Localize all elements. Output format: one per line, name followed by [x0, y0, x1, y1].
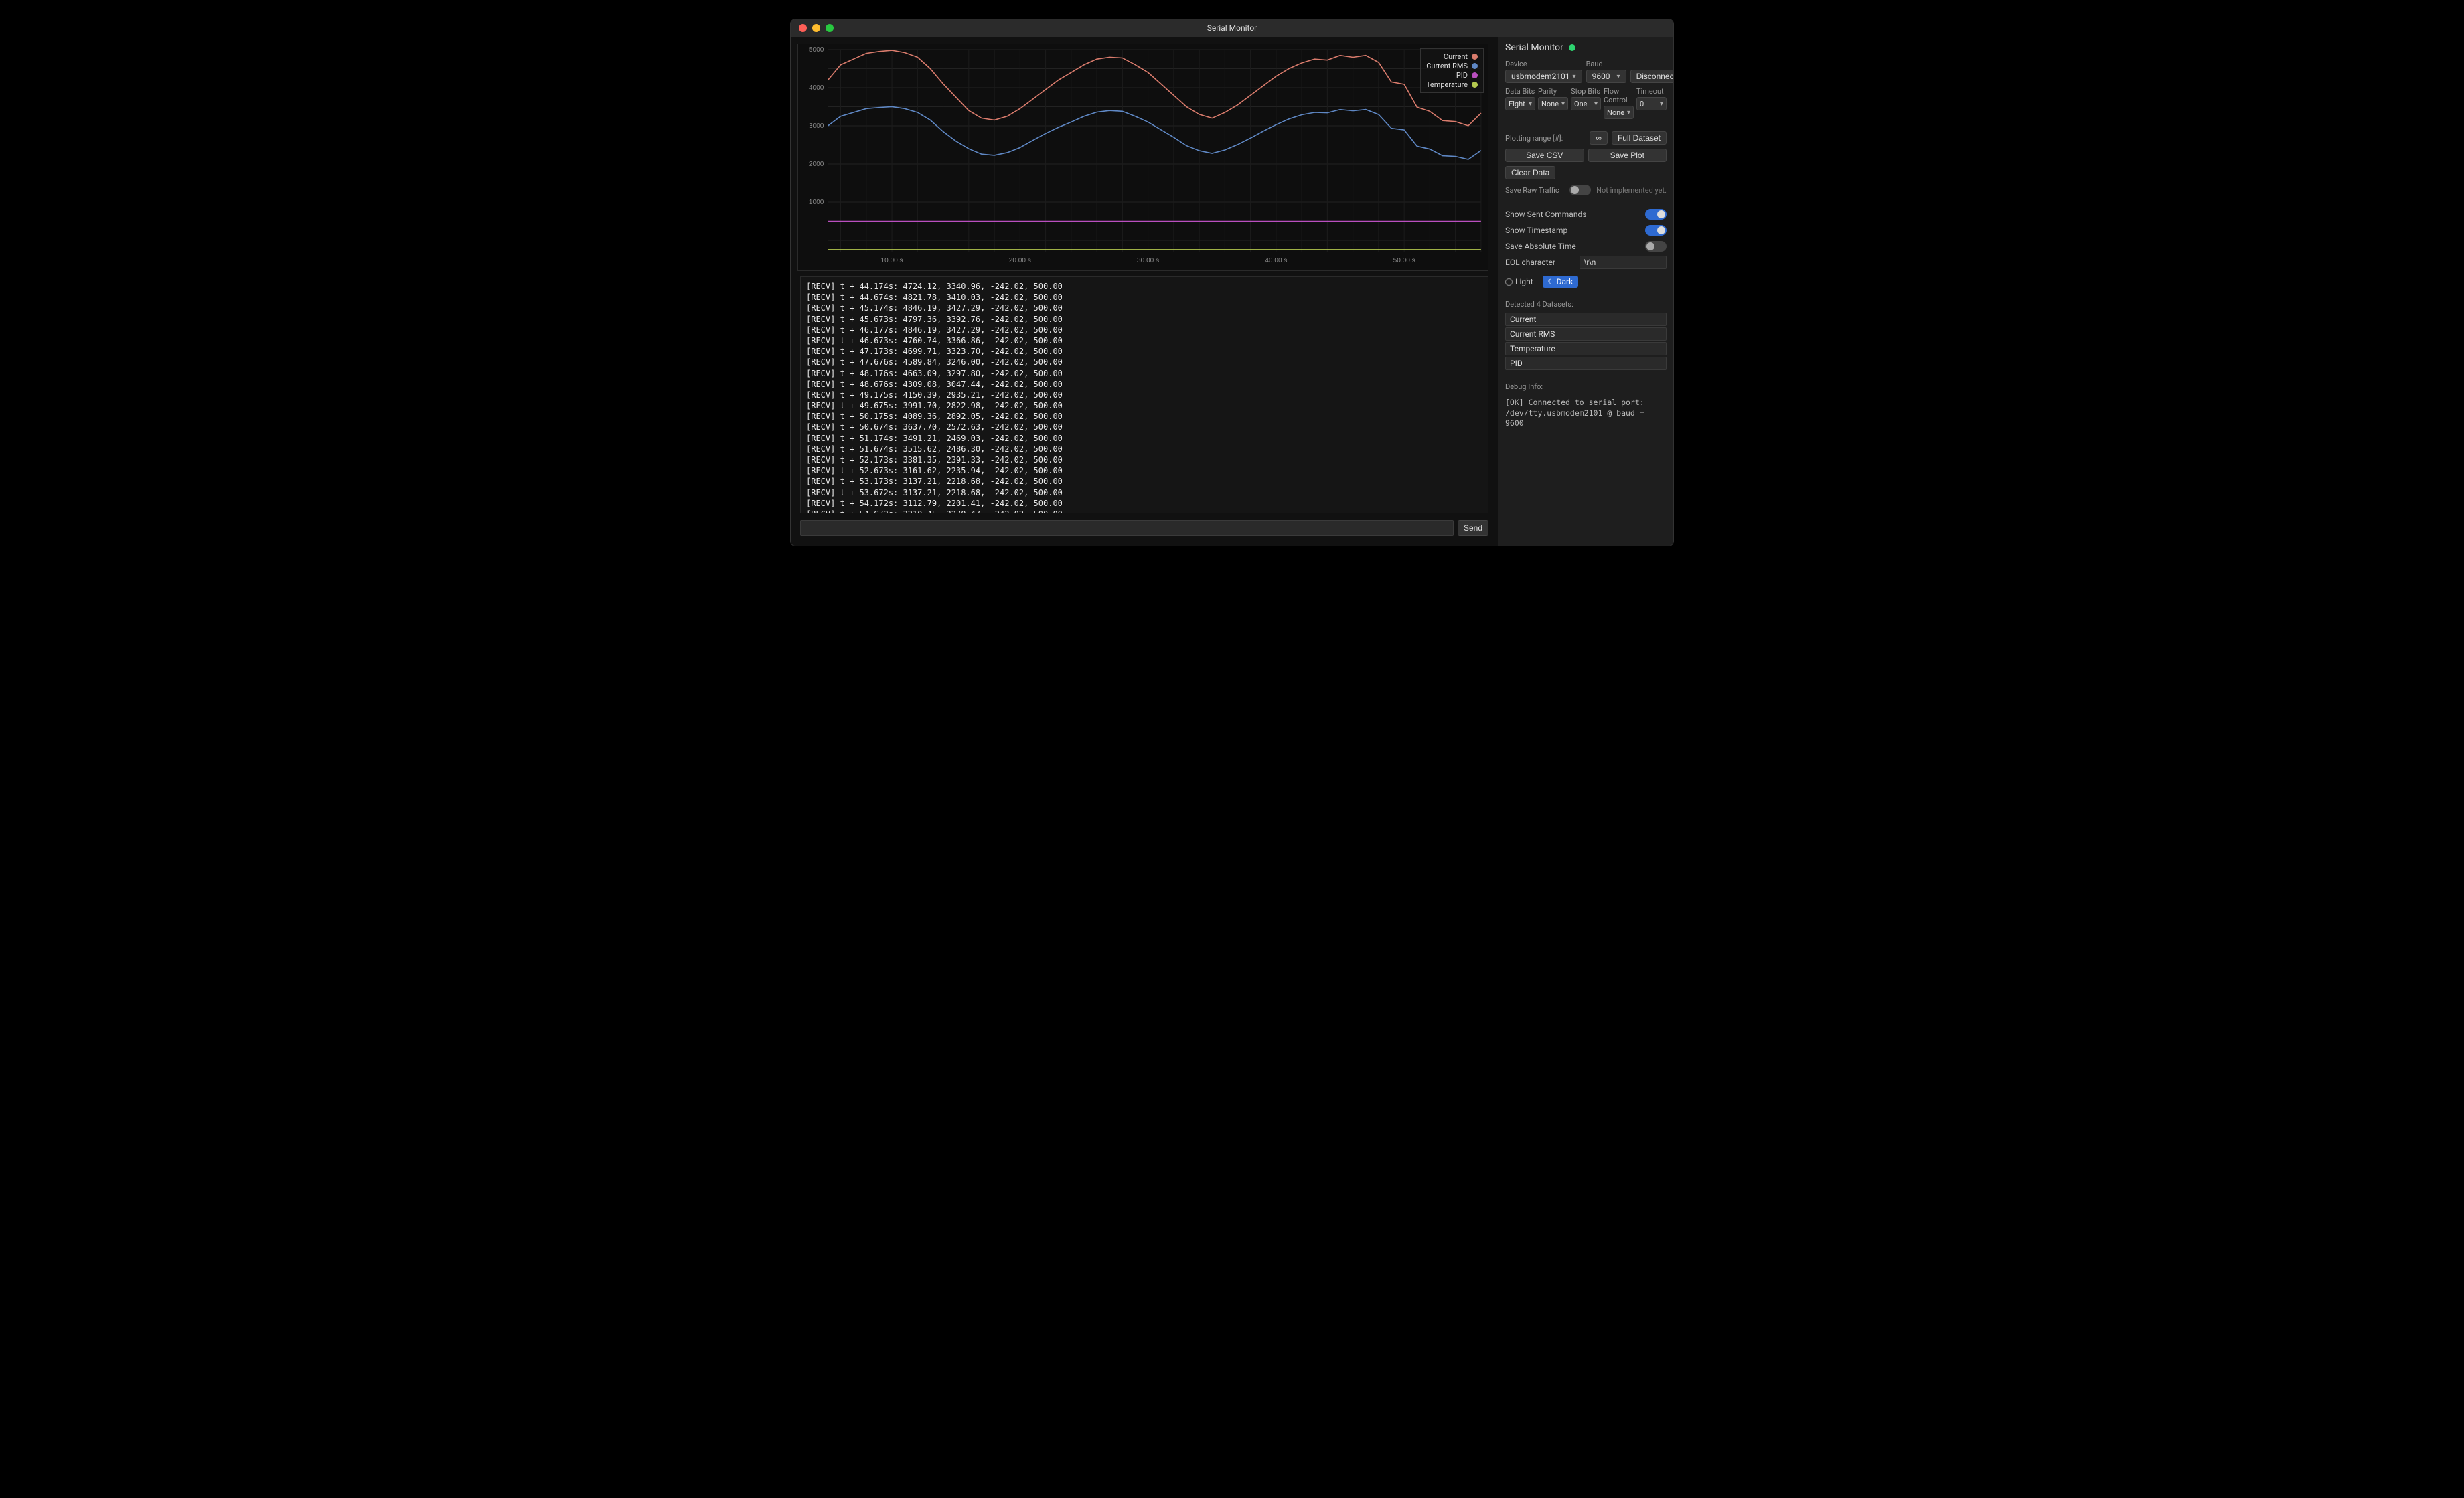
plot-area[interactable]: 1000 2000 3000 4000 5000 10.00 s 20.00 s 30.00 …: [797, 44, 1488, 271]
legend-item[interactable]: Temperature: [1426, 80, 1478, 89]
save-plot-button[interactable]: Save Plot: [1588, 149, 1667, 162]
svg-text:50.00 s: 50.00 s: [1393, 257, 1415, 264]
theme-dark-button[interactable]: ☾ Dark: [1543, 276, 1579, 288]
timeout-select[interactable]: 0: [1636, 97, 1667, 110]
debug-output: [OK] Connected to serial port: /dev/tty.…: [1505, 398, 1667, 429]
detected-label: Detected 4 Datasets:: [1505, 300, 1667, 309]
console-output[interactable]: [RECV] t + 44.174s: 4724.12, 3340.96, -2…: [800, 276, 1488, 513]
show-sent-toggle[interactable]: [1645, 209, 1667, 220]
sidebar: Serial Monitor Device usbmodem2101 Baud …: [1498, 37, 1673, 546]
flow-select[interactable]: None: [1604, 106, 1634, 119]
parity-select[interactable]: None: [1538, 97, 1568, 110]
parity-label: Parity: [1538, 87, 1568, 96]
device-label: Device: [1505, 60, 1582, 68]
svg-text:20.00 s: 20.00 s: [1009, 257, 1031, 264]
show-sent-label: Show Sent Commands: [1505, 210, 1586, 219]
svg-text:3000: 3000: [809, 122, 824, 130]
window-title: Serial Monitor: [791, 23, 1673, 33]
send-button[interactable]: Send: [1458, 520, 1488, 536]
main-pane: 1000 2000 3000 4000 5000 10.00 s 20.00 s 30.00 …: [791, 37, 1498, 546]
svg-text:10.00 s: 10.00 s: [881, 257, 903, 264]
databits-select[interactable]: Eight: [1505, 97, 1535, 110]
databits-label: Data Bits: [1505, 87, 1535, 96]
save-raw-toggle[interactable]: [1569, 185, 1591, 195]
dataset-list: CurrentCurrent RMSTemperature PID: [1505, 313, 1667, 370]
svg-text:1000: 1000: [809, 199, 824, 206]
legend-item[interactable]: Current RMS: [1426, 62, 1478, 70]
not-impl-text: Not implemented yet.: [1596, 186, 1667, 195]
dataset-item[interactable]: Current RMS: [1505, 327, 1667, 341]
baud-label: Baud: [1586, 60, 1626, 68]
baud-select[interactable]: 9600: [1586, 70, 1626, 83]
legend: CurrentCurrent RMSPIDTemperature: [1420, 48, 1484, 93]
dataset-item[interactable]: PID: [1505, 357, 1667, 370]
plot-range-label: Plotting range [#]:: [1505, 134, 1586, 143]
timeout-label: Timeout: [1636, 87, 1667, 96]
svg-text:5000: 5000: [809, 46, 824, 54]
show-ts-label: Show Timestamp: [1505, 226, 1567, 235]
theme-light-radio[interactable]: Light: [1505, 277, 1533, 286]
disconnect-button[interactable]: Disconnect: [1630, 70, 1674, 83]
plot-range-value[interactable]: ∞: [1590, 131, 1608, 145]
save-abs-toggle[interactable]: [1645, 241, 1667, 252]
moon-icon: ☾: [1548, 278, 1554, 286]
legend-item[interactable]: Current: [1426, 52, 1478, 61]
save-abs-label: Save Absolute Time: [1505, 242, 1576, 251]
clear-data-button[interactable]: Clear Data: [1505, 166, 1555, 179]
device-select[interactable]: usbmodem2101: [1505, 70, 1582, 83]
eol-input[interactable]: [1580, 256, 1667, 269]
flow-label: Flow Control: [1604, 87, 1634, 104]
save-raw-label: Save Raw Traffic: [1505, 186, 1559, 195]
dataset-item[interactable]: Current: [1505, 313, 1667, 326]
stopbits-select[interactable]: One: [1571, 97, 1601, 110]
legend-item[interactable]: PID: [1426, 71, 1478, 80]
svg-text:2000: 2000: [809, 161, 824, 168]
svg-text:40.00 s: 40.00 s: [1265, 257, 1287, 264]
titlebar: Serial Monitor: [791, 19, 1673, 37]
save-csv-button[interactable]: Save CSV: [1505, 149, 1584, 162]
sidebar-title: Serial Monitor: [1505, 42, 1667, 53]
app-window: Serial Monitor 1000 2000 3000 4000 5000 10.00…: [790, 19, 1674, 546]
full-dataset-button[interactable]: Full Dataset: [1612, 131, 1667, 145]
debug-label: Debug Info:: [1505, 382, 1667, 391]
svg-text:4000: 4000: [809, 84, 824, 92]
stopbits-label: Stop Bits: [1571, 87, 1601, 96]
show-ts-toggle[interactable]: [1645, 225, 1667, 236]
status-led-icon: [1569, 44, 1575, 51]
send-input[interactable]: [800, 520, 1454, 536]
eol-label: EOL character: [1505, 258, 1555, 267]
plot-series-current-rms: [828, 106, 1480, 159]
sidebar-title-text: Serial Monitor: [1505, 42, 1563, 53]
svg-text:30.00 s: 30.00 s: [1137, 257, 1159, 264]
dataset-item[interactable]: Temperature: [1505, 342, 1667, 355]
